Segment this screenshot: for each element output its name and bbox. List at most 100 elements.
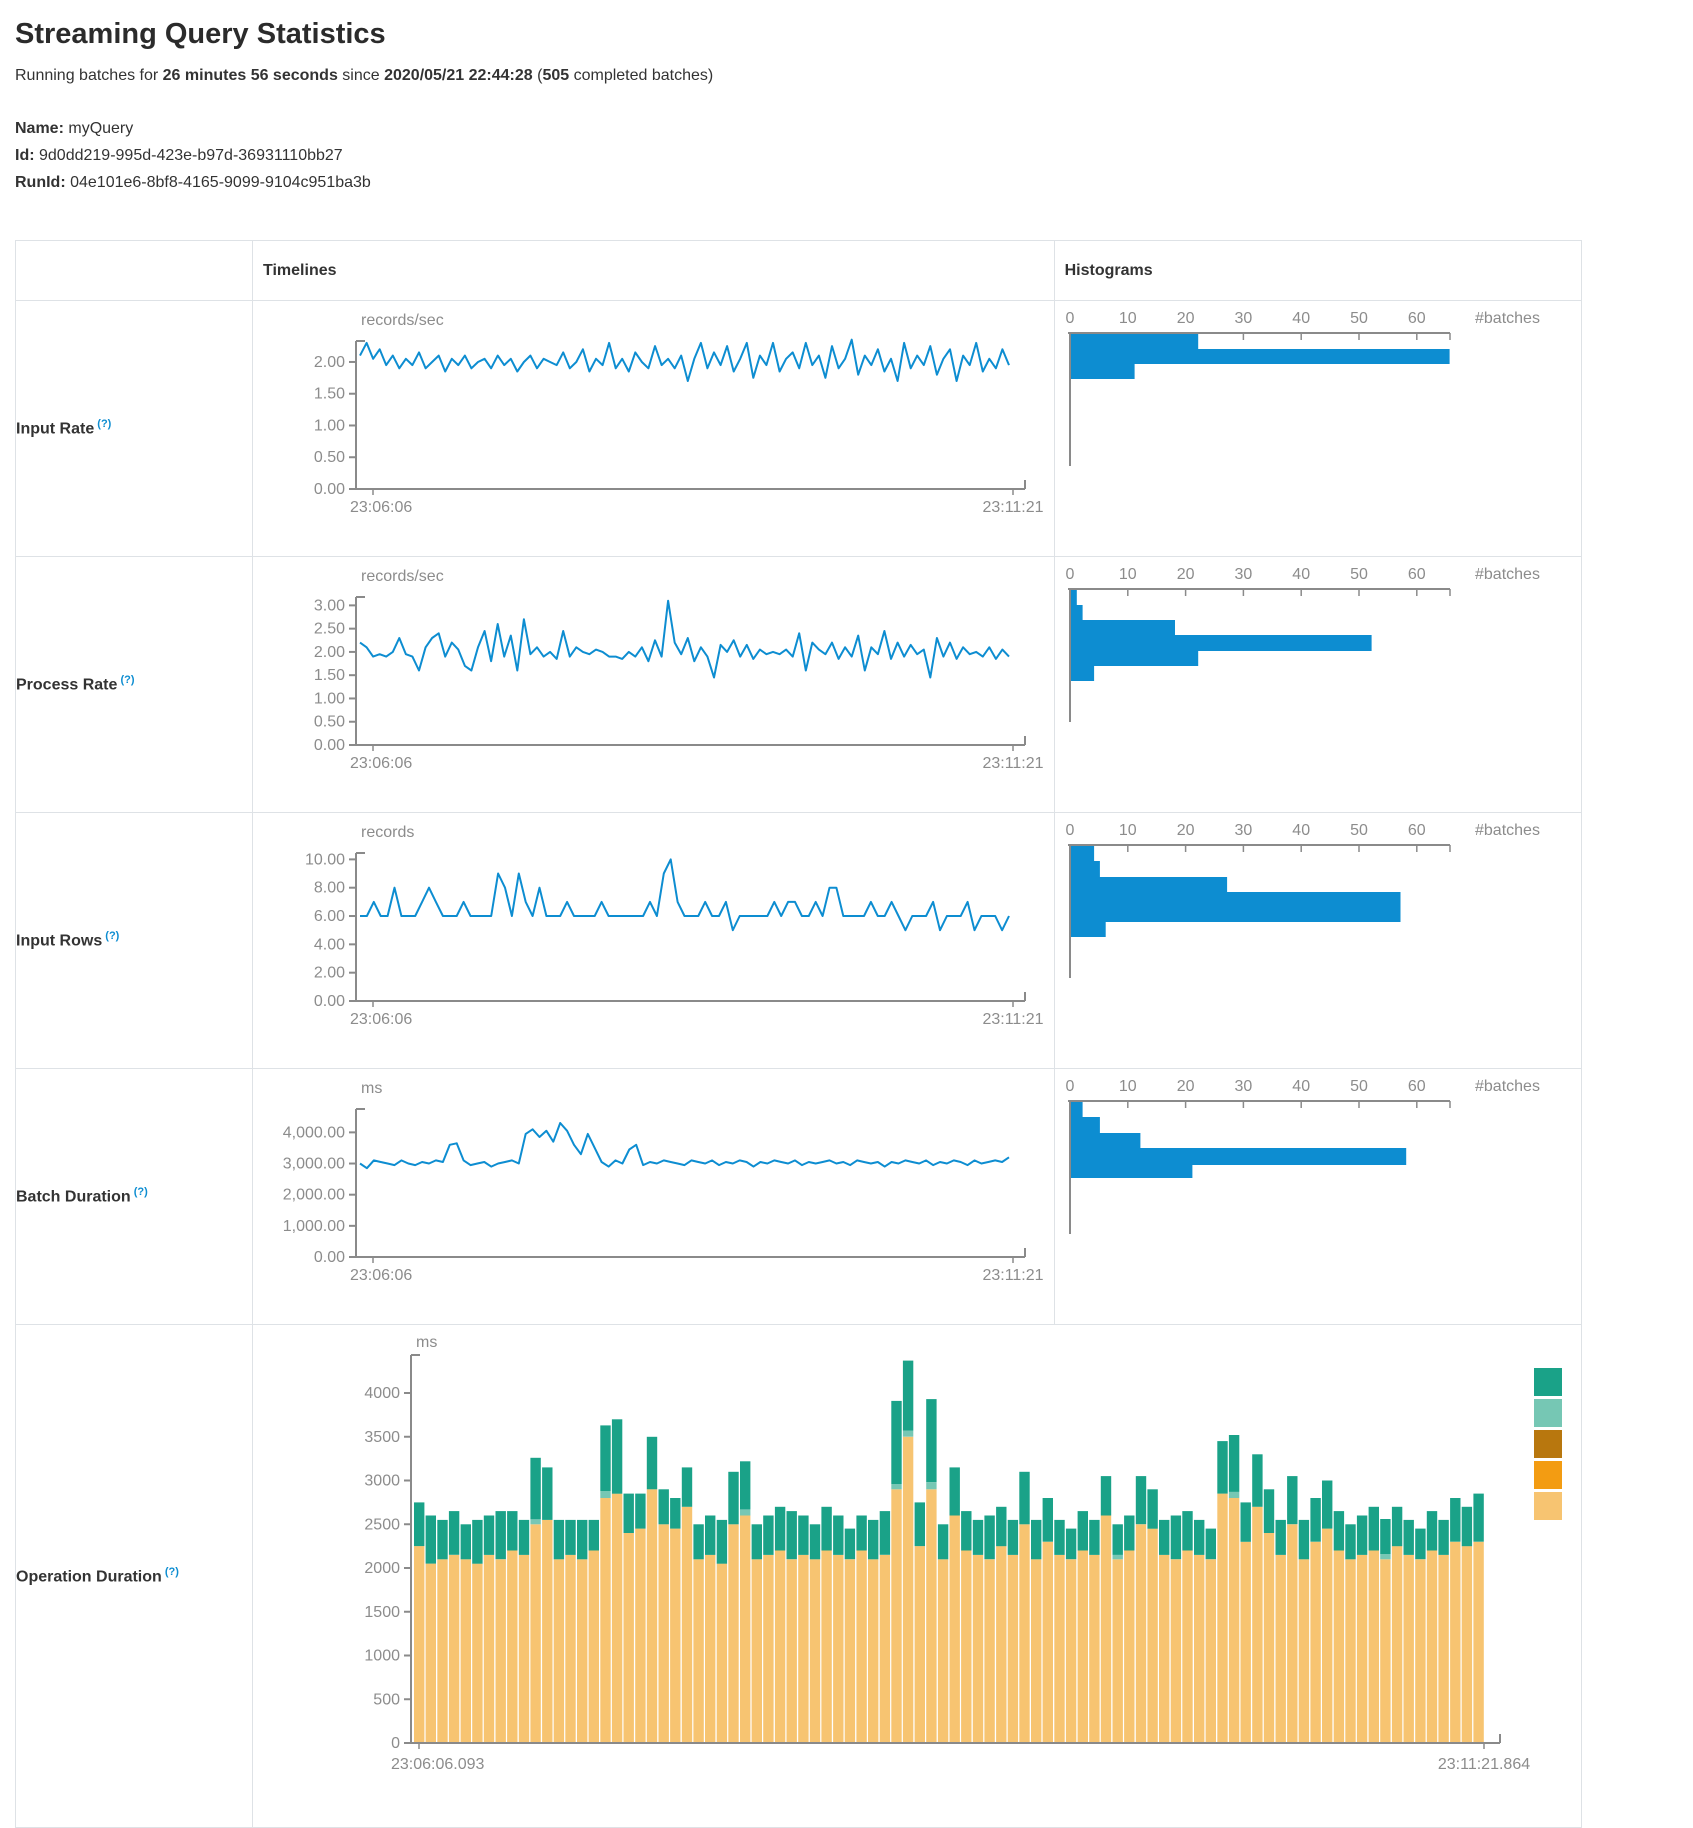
stats-table: Timelines Histograms Input Rate (?) recor… (15, 240, 1582, 1828)
svg-text:23:11:21: 23:11:21 (982, 1011, 1043, 1028)
query-id-line: Id: 9d0dd219-995d-423e-b97d-36931110bb27 (15, 142, 1678, 169)
svg-text:20: 20 (1176, 1078, 1194, 1095)
batch-duration-label: Batch Duration (16, 1189, 131, 1206)
process-rate-timeline-chart: records/sec0.000.501.001.502.002.503.002… (253, 557, 1053, 807)
batch-duration-help-icon[interactable]: (?) (131, 1186, 148, 1198)
svg-text:23:11:21: 23:11:21 (982, 755, 1043, 772)
input-rate-histogram-chart: 0102030405060#batches (1055, 301, 1581, 551)
batch-duration-timeline-chart: ms0.001,000.002,000.003,000.004,000.0023… (253, 1069, 1053, 1319)
page-title: Streaming Query Statistics (15, 18, 1678, 51)
svg-text:30: 30 (1234, 822, 1252, 839)
svg-text:23:06:06: 23:06:06 (350, 1267, 412, 1284)
svg-text:#batches: #batches (1475, 1078, 1540, 1095)
running-duration: 26 minutes 56 seconds (163, 67, 338, 84)
svg-text:30: 30 (1234, 310, 1252, 327)
running-paren: ( (533, 67, 543, 84)
svg-text:50: 50 (1350, 310, 1368, 327)
svg-text:#batches: #batches (1475, 310, 1540, 327)
batch-duration-histogram-chart: 0102030405060#batches (1055, 1069, 1581, 1319)
svg-text:23:11:21: 23:11:21 (982, 499, 1043, 516)
svg-text:8.00: 8.00 (314, 880, 345, 897)
svg-text:2.00: 2.00 (314, 965, 345, 982)
svg-text:40: 40 (1292, 822, 1310, 839)
svg-text:#batches: #batches (1475, 822, 1540, 839)
operation-duration-chart-cell: ms0500100015002000250030003500400023:06:… (253, 1325, 1582, 1828)
timelines-column-header: Timelines (253, 241, 1055, 301)
input-rows-histogram-chart: 0102030405060#batches (1055, 813, 1581, 1063)
process-rate-histogram-chart: 0102030405060#batches (1055, 557, 1581, 807)
running-prefix: Running batches for (15, 67, 163, 84)
row-process-rate: Process Rate (?)records/sec0.000.501.001… (16, 557, 1582, 813)
histograms-column-header: Histograms (1054, 241, 1581, 301)
input-rate-histogram-cell: 0102030405060#batches (1054, 301, 1581, 557)
query-runid-line: RunId: 04e101e6-8bf8-4165-9099-9104c951b… (15, 169, 1678, 196)
svg-text:0.00: 0.00 (314, 993, 345, 1010)
svg-text:3,000.00: 3,000.00 (283, 1156, 345, 1173)
svg-text:1.50: 1.50 (314, 386, 345, 403)
svg-text:2,000.00: 2,000.00 (283, 1187, 345, 1204)
batch-duration-timeline-cell: ms0.001,000.002,000.003,000.004,000.0023… (253, 1069, 1055, 1325)
svg-text:50: 50 (1350, 566, 1368, 583)
svg-text:50: 50 (1350, 1078, 1368, 1095)
running-batches-summary: Running batches for 26 minutes 56 second… (15, 67, 1678, 85)
svg-text:23:06:06: 23:06:06 (350, 1011, 412, 1028)
input-rate-help-icon[interactable]: (?) (94, 418, 111, 430)
query-runid-value: 04e101e6-8bf8-4165-9099-9104c951ba3b (70, 174, 371, 191)
query-name-line: Name: myQuery (15, 115, 1678, 142)
svg-text:23:06:06: 23:06:06 (350, 499, 412, 516)
query-id-label: Id: (15, 147, 35, 164)
running-since-word: since (338, 67, 384, 84)
operation-duration-label-cell: Operation Duration (?) (16, 1325, 253, 1828)
svg-text:1000: 1000 (364, 1648, 400, 1665)
row-batch-duration: Batch Duration (?)ms0.001,000.002,000.00… (16, 1069, 1582, 1325)
svg-text:0: 0 (1065, 566, 1074, 583)
batch-duration-histogram-cell: 0102030405060#batches (1054, 1069, 1581, 1325)
svg-text:0: 0 (1065, 1078, 1074, 1095)
query-name-label: Name: (15, 120, 64, 137)
svg-text:0: 0 (391, 1735, 400, 1752)
legend-swatch-4 (1534, 1461, 1562, 1489)
svg-text:10.00: 10.00 (305, 851, 345, 868)
svg-text:2500: 2500 (364, 1516, 400, 1533)
svg-text:0.00: 0.00 (314, 1249, 345, 1266)
process-rate-label-cell: Process Rate (?) (16, 557, 253, 813)
svg-text:2000: 2000 (364, 1560, 400, 1577)
legend-swatch-5 (1534, 1492, 1562, 1520)
input-rows-histogram-cell: 0102030405060#batches (1054, 813, 1581, 1069)
svg-text:4000: 4000 (364, 1385, 400, 1402)
svg-text:1.50: 1.50 (314, 667, 345, 684)
input-rate-label: Input Rate (16, 421, 94, 438)
svg-text:10: 10 (1118, 310, 1136, 327)
svg-text:#batches: #batches (1475, 566, 1540, 583)
operation-duration-help-icon[interactable]: (?) (162, 1566, 179, 1578)
process-rate-help-icon[interactable]: (?) (117, 674, 134, 686)
svg-text:30: 30 (1234, 1078, 1252, 1095)
metric-column-header (16, 241, 253, 301)
svg-text:1.00: 1.00 (314, 690, 345, 707)
svg-text:23:11:21.864: 23:11:21.864 (1438, 1756, 1530, 1773)
svg-text:10: 10 (1118, 822, 1136, 839)
svg-text:1500: 1500 (364, 1604, 400, 1621)
row-input-rate: Input Rate (?)records/sec0.000.501.001.5… (16, 301, 1582, 557)
input-rows-label: Input Rows (16, 933, 102, 950)
query-runid-label: RunId: (15, 174, 66, 191)
svg-text:60: 60 (1407, 822, 1425, 839)
process-rate-histogram-cell: 0102030405060#batches (1054, 557, 1581, 813)
svg-text:3000: 3000 (364, 1473, 400, 1490)
operation-duration-stacked-chart: ms0500100015002000250030003500400023:06:… (253, 1325, 1581, 1822)
legend-swatch-3 (1534, 1430, 1562, 1458)
batch-duration-label-cell: Batch Duration (?) (16, 1069, 253, 1325)
svg-text:records/sec: records/sec (361, 312, 444, 329)
svg-text:2.50: 2.50 (314, 621, 345, 638)
svg-text:50: 50 (1350, 822, 1368, 839)
svg-text:6.00: 6.00 (314, 908, 345, 925)
query-name-value: myQuery (68, 120, 133, 137)
svg-text:2.00: 2.00 (314, 354, 345, 371)
input-rate-timeline-cell: records/sec0.000.501.001.502.0023:06:062… (253, 301, 1055, 557)
svg-text:40: 40 (1292, 566, 1310, 583)
running-start-time: 2020/05/21 22:44:28 (384, 67, 533, 84)
svg-text:60: 60 (1407, 566, 1425, 583)
input-rows-help-icon[interactable]: (?) (102, 930, 119, 942)
input-rows-timeline-chart: records0.002.004.006.008.0010.0023:06:06… (253, 813, 1053, 1063)
svg-text:3500: 3500 (364, 1429, 400, 1446)
